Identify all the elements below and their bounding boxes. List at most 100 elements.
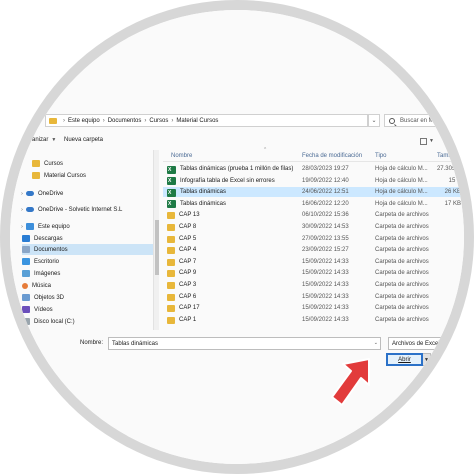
- column-header-date[interactable]: Fecha de modificación: [302, 153, 362, 159]
- music-icon: [22, 282, 28, 289]
- file-name-text: CAP 3: [179, 282, 197, 288]
- search-icon: [389, 117, 395, 124]
- file-row[interactable]: Tablas dinámicas 16/06/2022 12:20 Hoja de …: [163, 199, 464, 209]
- file-name-text: CAP 7: [179, 258, 197, 265]
- sidebar-item[interactable]: Material Cursos: [32, 170, 153, 181]
- folder-icon: [167, 258, 175, 266]
- file-date-cell: 16/06/2022 12:20: [302, 200, 349, 207]
- sidebar-item[interactable]: Documentos: [22, 244, 153, 255]
- file-size-cell: 17 KB: [444, 200, 461, 207]
- chevron-right-icon[interactable]: ›: [18, 191, 26, 197]
- search-input[interactable]: Buscar en Mater: [384, 114, 464, 127]
- file-size-cell: [433, 269, 463, 278]
- file-name-cell: CAP 7: [167, 258, 299, 267]
- sidebar-item[interactable]: Vídeos: [22, 304, 153, 315]
- file-row[interactable]: Tablas dinámicas 24/06/2022 12:51 Hoja de …: [163, 187, 464, 198]
- sidebar-item-label: Vídeos: [34, 306, 53, 313]
- sidebar-item[interactable]: Objetos 3D: [22, 292, 153, 303]
- file-list: ⌃ Nombre Fecha de modificación Tipo Tama…: [163, 147, 464, 330]
- navigation-scrollbar[interactable]: [153, 150, 159, 330]
- excel-file-icon: [167, 165, 176, 174]
- view-icon: [420, 137, 427, 145]
- file-size-cell: [433, 246, 463, 255]
- cancel-button[interactable]: [438, 353, 464, 366]
- cloud-icon: [26, 207, 34, 212]
- images-icon: [22, 270, 30, 277]
- breadcrumb-item[interactable]: Cursos: [149, 118, 168, 124]
- file-size-cell: [433, 211, 463, 220]
- file-size-cell: [433, 304, 463, 313]
- sidebar-item[interactable]: Cursos: [32, 158, 153, 169]
- breadcrumb-item[interactable]: Documentos: [108, 118, 142, 124]
- folder-icon: [32, 172, 40, 179]
- folder-icon: [167, 270, 175, 278]
- column-header-size[interactable]: Tamaño: [437, 153, 458, 159]
- file-name-text: CAP 4: [179, 247, 197, 254]
- address-bar[interactable]: › Este equipo › Documentos › Cursos › Ma…: [45, 114, 368, 127]
- file-row[interactable]: CAP 5 27/09/2022 13:55 Carpeta de archivos: [163, 234, 464, 244]
- sidebar-item-label: Objetos 3D: [34, 294, 65, 301]
- file-row[interactable]: CAP 8 30/09/2022 14:53 Carpeta de archivos: [163, 222, 464, 232]
- new-folder-button[interactable]: Nueva carpeta: [64, 137, 103, 143]
- sidebar-item[interactable]: › OneDrive - Solvetic Internet S.L: [18, 204, 153, 215]
- file-name-input[interactable]: Tablas dinámicas ⌄: [108, 337, 381, 350]
- file-name-cell: Tablas dinámicas: [167, 188, 299, 197]
- sidebar-item[interactable]: Imágenes: [22, 268, 153, 279]
- navigation-pane: Cursos Material Cursos › OneDrive › OneDrive …: [10, 150, 153, 330]
- chevron-down-icon[interactable]: ⌄: [374, 340, 378, 346]
- file-size-cell: 26 KB: [444, 189, 461, 196]
- column-header-type[interactable]: Tipo: [375, 153, 386, 159]
- chevron-right-icon[interactable]: ›: [18, 224, 26, 230]
- file-row[interactable]: CAP 3 15/09/2022 14:33 Carpeta de archivos: [163, 280, 464, 290]
- file-date-cell: 19/09/2022 12:40: [302, 177, 349, 184]
- breadcrumb-item[interactable]: Material Cursos: [176, 118, 218, 124]
- file-type-cell: Carpeta de archivos: [375, 282, 429, 288]
- folder-icon: [49, 117, 57, 124]
- file-size-cell: [433, 258, 463, 267]
- file-row[interactable]: CAP 13 06/10/2022 15:36 Carpeta de archivo…: [163, 210, 464, 220]
- file-type-cell: Carpeta de archivos: [375, 316, 429, 323]
- screenshot-stage: › Este equipo › Documentos › Cursos › Ma…: [0, 0, 474, 474]
- file-row[interactable]: Infografía tabla de Excel sin errores 19/…: [163, 176, 464, 186]
- sidebar-item-label: Documentos: [34, 246, 68, 253]
- sidebar-item-label: OneDrive: [38, 190, 64, 197]
- folder-icon: [167, 305, 175, 313]
- file-row[interactable]: CAP 4 23/09/2022 15:27 Carpeta de archivos: [163, 245, 464, 255]
- file-row[interactable]: CAP 9 15/09/2022 14:33 Carpeta de archivos: [163, 268, 464, 278]
- file-name-cell: CAP 13: [167, 211, 299, 220]
- breadcrumb-item[interactable]: Este equipo: [68, 118, 100, 124]
- file-type-cell: Carpeta de archivos: [375, 305, 429, 312]
- file-row[interactable]: Tablas dinámicas (prueba 1 millón de fil…: [163, 164, 464, 174]
- objects-3d-icon: [22, 294, 30, 301]
- sidebar-item[interactable]: Descargas: [22, 233, 153, 244]
- folder-icon: [167, 316, 175, 324]
- file-row[interactable]: CAP 6 15/09/2022 14:33 Carpeta de archivos: [163, 292, 464, 302]
- organize-button[interactable]: anizar ▼: [32, 137, 56, 143]
- computer-icon: [26, 223, 34, 230]
- file-type-filter[interactable]: Archivos de Excel (*.xl*;*.x: [388, 337, 464, 350]
- file-row[interactable]: CAP 1 15/09/2022 14:33 Carpeta de archivos: [163, 315, 464, 325]
- chevron-right-icon: ›: [102, 117, 105, 124]
- file-size-cell: [433, 316, 463, 325]
- sidebar-item-label: Cursos: [44, 160, 64, 167]
- file-size-cell: [433, 293, 463, 302]
- scrollbar-thumb[interactable]: [155, 220, 159, 275]
- file-date-cell: 28/03/2023 19:27: [302, 166, 349, 172]
- file-row[interactable]: CAP 7 15/09/2022 14:33 Carpeta de archivos: [163, 257, 464, 267]
- sidebar-item[interactable]: Música: [22, 280, 153, 291]
- chevron-right-icon[interactable]: ›: [18, 207, 26, 213]
- open-button[interactable]: Abrir: [386, 353, 423, 366]
- sidebar-item[interactable]: Disco local (C:): [22, 316, 153, 327]
- sidebar-item[interactable]: Escritorio: [22, 256, 153, 267]
- sidebar-item[interactable]: › OneDrive: [18, 188, 153, 199]
- file-name-cell: CAP 6: [167, 293, 299, 302]
- open-options-button[interactable]: ▼: [423, 353, 431, 366]
- address-dropdown-button[interactable]: ⌄: [368, 114, 380, 127]
- column-header-name[interactable]: Nombre: [171, 153, 192, 159]
- view-options-button[interactable]: ▼: [420, 136, 436, 146]
- column-header-row: ⌃ Nombre Fecha de modificación Tipo Tama…: [163, 147, 464, 162]
- sidebar-item[interactable]: › Este equipo: [18, 221, 153, 232]
- file-date-cell: 30/09/2022 14:53: [302, 224, 349, 230]
- chevron-right-icon: ›: [171, 117, 174, 124]
- file-row[interactable]: CAP 17 15/09/2022 14:33 Carpeta de archivo…: [163, 303, 464, 313]
